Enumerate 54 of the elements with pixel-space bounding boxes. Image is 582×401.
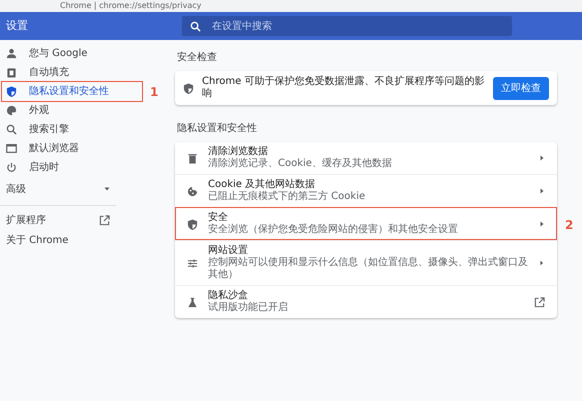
chevron-icon (539, 188, 545, 194)
person-icon (6, 48, 17, 59)
row-subtitle: 清除浏览记录、Cookie、缓存及其他数据 (208, 158, 393, 170)
row-title: 隐私沙盒 (208, 290, 249, 302)
annotation-number: 2 (565, 216, 574, 234)
cookie-icon (187, 186, 198, 196)
flask-icon (187, 296, 198, 308)
section-toggle[interactable]: 高级 (0, 177, 110, 201)
row-title: 安全 (208, 212, 229, 224)
sidebar-link[interactable]: 关于 Chrome (6, 232, 68, 248)
browser-window-icon (6, 143, 17, 154)
sidebar-item[interactable]: 您与 Google (0, 44, 144, 63)
row-title: Cookie 及其他网站数据 (208, 179, 316, 190)
row-subtitle: 控制网站可以使用和显示什么信息（如位置信息、摄像头、弹出式窗口及其他） (208, 257, 529, 281)
row-subtitle: 试用版功能已开启 (208, 302, 289, 314)
sidebar-item[interactable]: 外观 (0, 101, 144, 120)
check-now-button[interactable]: 立即检查 (493, 76, 549, 100)
settings-row[interactable]: Cookie 及其他网站数据 已阻止无痕模式下的第三方 Cookie (175, 174, 557, 207)
row-subtitle: 安全浏览（保护您免受危险网站的侵害）和其他安全设置 (208, 224, 459, 236)
sidebar-item[interactable]: 启动时 (0, 158, 144, 177)
shield-icon (183, 82, 194, 94)
sidebar-link[interactable]: 扩展程序 (6, 212, 46, 228)
search-icon (6, 124, 17, 135)
settings-row[interactable]: 网站设置 控制网站可以使用和显示什么信息（如位置信息、摄像头、弹出式窗口及其他） (175, 240, 557, 285)
safety-check-text: Chrome 可助于保护您免受数据泄露、不良扩展程序等问题的影响 (202, 76, 485, 100)
shield-icon (6, 86, 17, 97)
search-field[interactable]: 在设置中搜索 (182, 16, 512, 36)
clipboard-icon (6, 67, 17, 78)
sidebar-item[interactable]: 默认浏览器 (0, 139, 144, 158)
external-link-icon[interactable] (534, 296, 545, 308)
settings-row[interactable]: 安全 安全浏览（保护您免受危险网站的侵害）和其他安全设置 (175, 207, 557, 240)
chevron-icon (539, 260, 545, 266)
row-subtitle: 已阻止无痕模式下的第三方 Cookie (208, 191, 366, 203)
palette-icon (6, 105, 17, 116)
sidebar-item[interactable]: 搜索引擎 (0, 120, 144, 139)
power-icon (6, 162, 17, 173)
trash-icon (187, 152, 198, 164)
shield-icon (187, 218, 198, 230)
section-title: 隐私设置和安全性 (177, 122, 258, 136)
row-title: 清除浏览数据 (208, 146, 269, 158)
external-link-icon[interactable] (99, 214, 110, 226)
settings-row[interactable]: 隐私沙盒 试用版功能已开启 (175, 285, 557, 318)
section-title: 安全检查 (177, 50, 218, 65)
chevron-icon (539, 221, 545, 227)
settings-row[interactable]: 清除浏览数据 清除浏览记录、Cookie、缓存及其他数据 (175, 142, 557, 174)
sliders-icon (187, 258, 198, 268)
sidebar-item[interactable]: 隐私设置和安全性 (2, 82, 142, 101)
search-icon (190, 20, 201, 32)
annotation-number: 1 (150, 84, 158, 100)
sidebar-item[interactable]: 自动填充 (0, 63, 144, 82)
app-title: 设置 (5, 18, 29, 34)
chevron-icon (539, 155, 545, 161)
address-bar-text: Chrome | chrome://settings/privacy (0, 0, 582, 12)
row-title: 网站设置 (208, 245, 249, 256)
